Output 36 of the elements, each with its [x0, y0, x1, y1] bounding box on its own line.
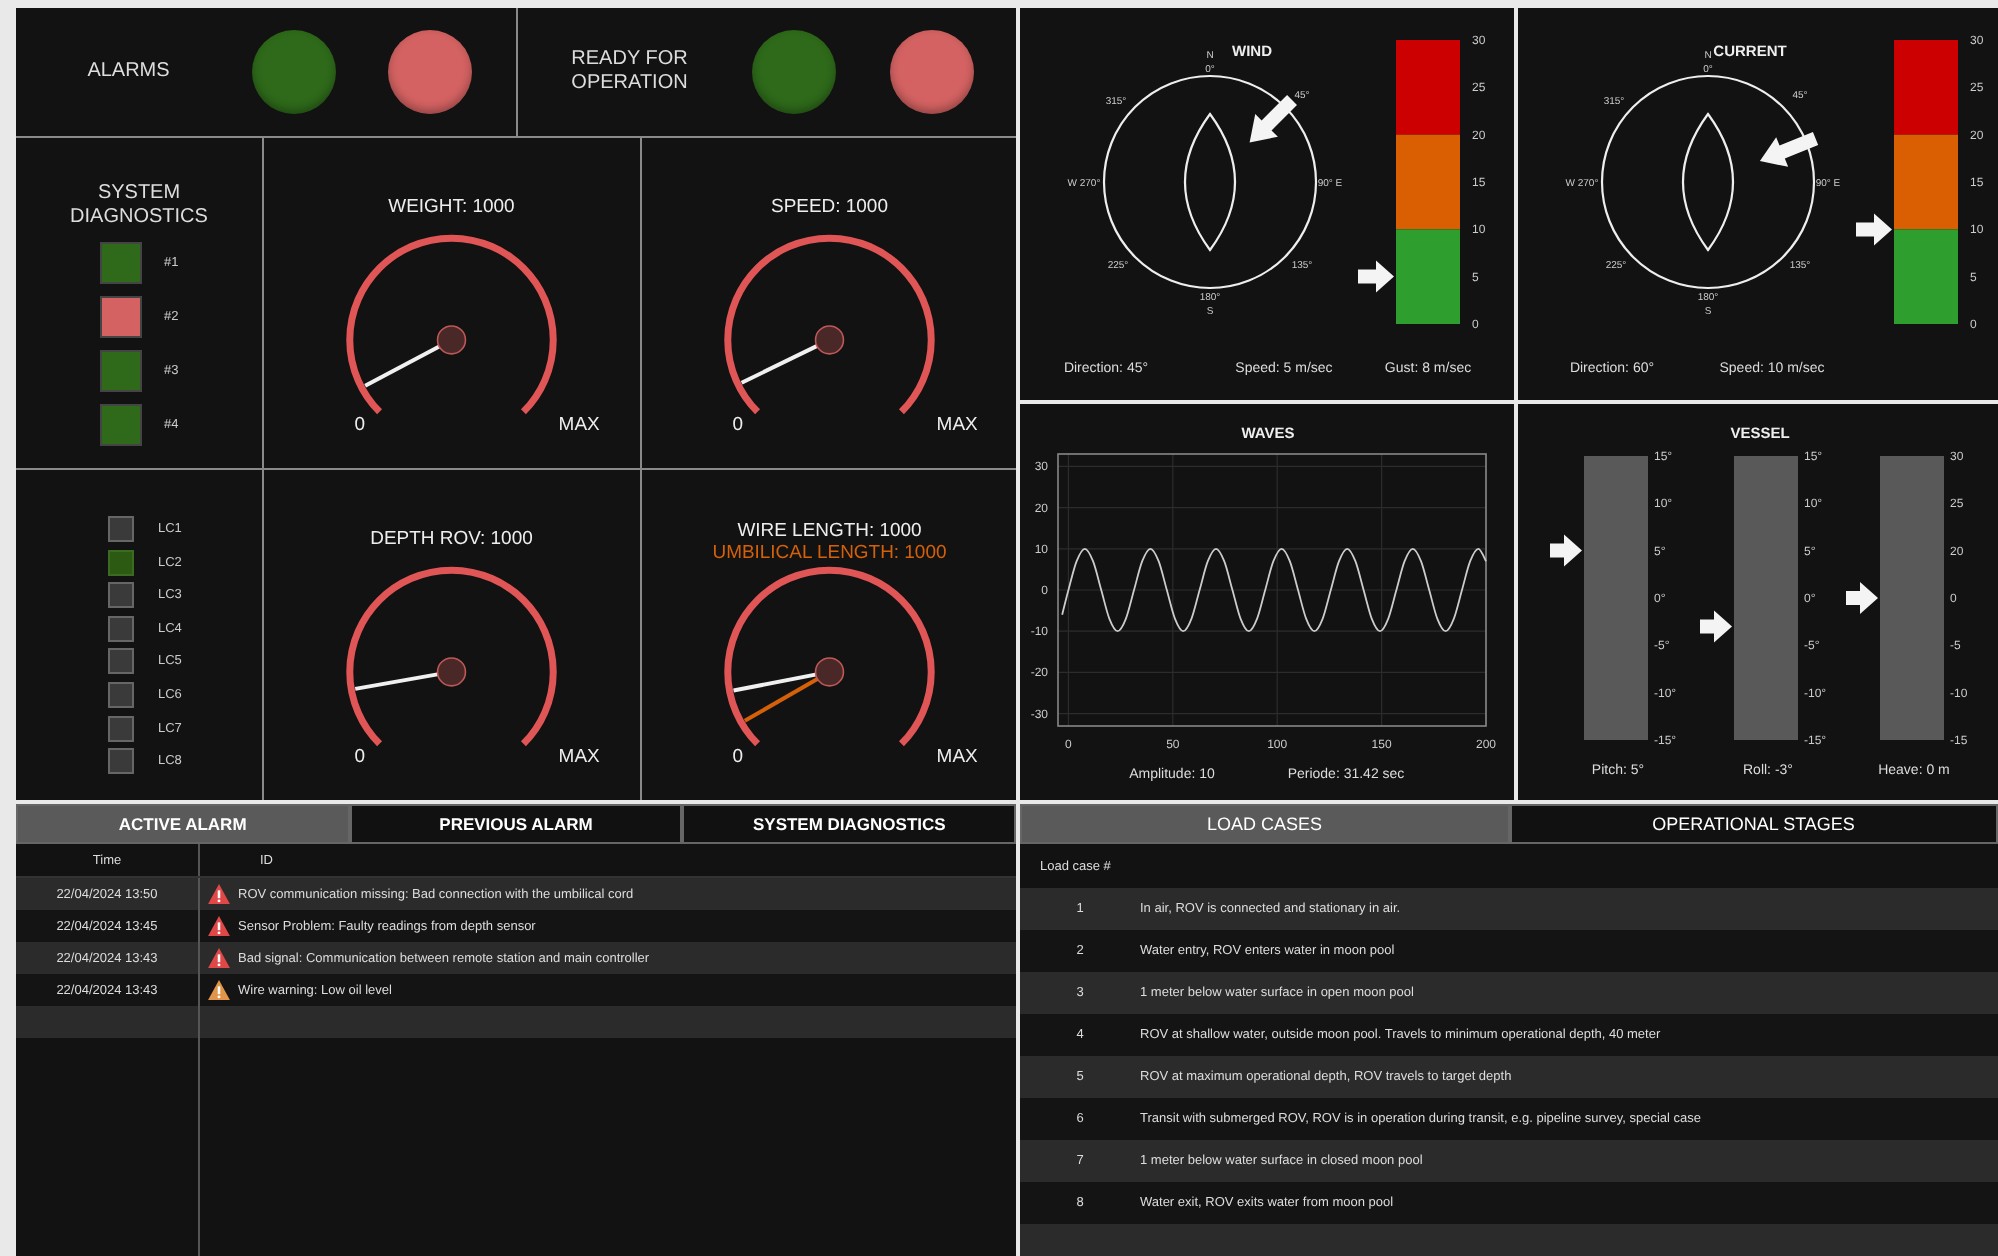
tab[interactable]: PREVIOUS ALARM [349, 804, 683, 844]
gauge-min-label: 0 [354, 745, 366, 768]
gauge-hub [436, 325, 467, 355]
gauge-title: DEPTH ROV: 1000 [370, 528, 533, 551]
warning-icon [208, 884, 230, 904]
warning-icon [208, 980, 230, 1000]
gauge-hub [813, 325, 844, 355]
level-arrow [1700, 610, 1732, 643]
direction-arrow [1759, 132, 1819, 167]
level-arrow [1856, 213, 1892, 246]
gauge-min-label: 0 [354, 413, 366, 436]
gauge-min-label: 0 [731, 413, 743, 436]
gauge-min-label: 0 [731, 745, 743, 768]
gauge-max-label: MAX [935, 413, 977, 436]
gauge-max-label: MAX [935, 745, 977, 768]
tab[interactable]: OPERATIONAL STAGES [1509, 804, 1998, 844]
gauge-title: SPEED: 1000 [770, 196, 887, 219]
gauge-subtitle: UMBILICAL LENGTH: 1000 [711, 542, 946, 565]
gauge-title: WEIGHT: 1000 [388, 196, 515, 219]
level-arrow [1358, 260, 1394, 293]
warning-icon [208, 948, 230, 968]
tab[interactable]: SYSTEM DIAGNOSTICS [682, 804, 1016, 844]
gauge-hub [436, 657, 467, 687]
status-label: READY FOR OPERATION [569, 48, 690, 96]
warning-icon [208, 916, 230, 936]
level-arrow [1550, 534, 1582, 567]
gauge-hub [813, 657, 844, 687]
tab[interactable]: LOAD CASES [1020, 804, 1509, 844]
status-label: ALARMS [85, 60, 172, 84]
tab[interactable]: ACTIVE ALARM [16, 804, 350, 844]
diagnostics-title: SYSTEM DIAGNOSTICS [68, 182, 210, 230]
direction-arrow [1249, 95, 1297, 143]
gauge-title: WIRE LENGTH: 1000 [736, 520, 921, 543]
level-arrow [1846, 582, 1878, 614]
gauge-max-label: MAX [558, 745, 600, 768]
gauge-max-label: MAX [558, 413, 600, 436]
